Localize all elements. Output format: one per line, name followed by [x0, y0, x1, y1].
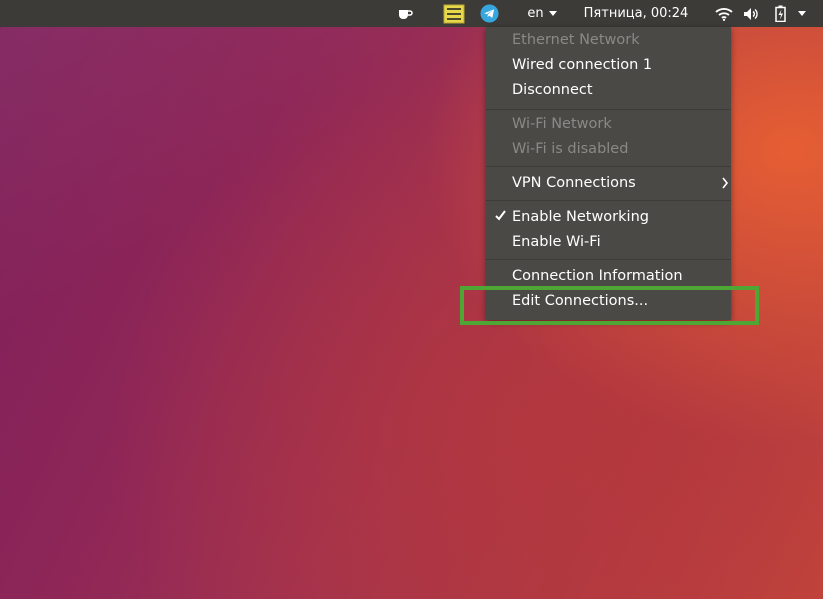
wallpaper-streak	[0, 20, 527, 380]
menu-separator	[486, 109, 731, 110]
datetime-label: Пятница, 00:24	[583, 6, 689, 21]
vpn-connections-item[interactable]: VPN Connections	[486, 172, 731, 194]
wifi-disabled-item: Wi-Fi is disabled	[512, 141, 629, 157]
wired-connection-1-item[interactable]: Wired connection 1	[512, 54, 652, 76]
top-panel: en Пятница, 00:24	[0, 0, 823, 27]
system-menu-chevron-down-icon[interactable]	[794, 0, 810, 27]
disconnect-item[interactable]: Disconnect	[512, 79, 593, 101]
battery-icon[interactable]	[772, 0, 788, 27]
volume-icon[interactable]	[742, 0, 762, 27]
connection-information-item[interactable]: Connection Information	[512, 265, 683, 287]
telegram-icon[interactable]	[478, 0, 500, 27]
notes-icon[interactable]	[442, 0, 466, 27]
menu-separator	[486, 166, 731, 167]
network-menu: Ethernet Network Wired connection 1 Disc…	[486, 27, 731, 320]
wifi-icon[interactable]	[714, 0, 734, 27]
vpn-connections-label: VPN Connections	[512, 175, 636, 191]
language-label: en	[527, 6, 544, 21]
edit-connections-item[interactable]: Edit Connections...	[512, 290, 648, 312]
enable-networking-label: Enable Networking	[512, 209, 649, 225]
enable-networking-item[interactable]: Enable Networking	[486, 206, 731, 228]
wifi-network-header: Wi-Fi Network	[512, 116, 612, 132]
menu-separator	[486, 200, 731, 201]
clock[interactable]: Пятница, 00:24	[580, 0, 692, 27]
chevron-right-icon	[721, 177, 729, 193]
coffee-cup-icon[interactable]	[394, 0, 416, 27]
ethernet-network-header: Ethernet Network	[512, 32, 640, 48]
menu-separator	[486, 259, 731, 260]
checkmark-icon	[495, 210, 506, 225]
language-indicator[interactable]: en	[522, 0, 562, 27]
chevron-down-icon	[548, 11, 557, 16]
enable-wifi-item[interactable]: Enable Wi-Fi	[512, 231, 601, 253]
